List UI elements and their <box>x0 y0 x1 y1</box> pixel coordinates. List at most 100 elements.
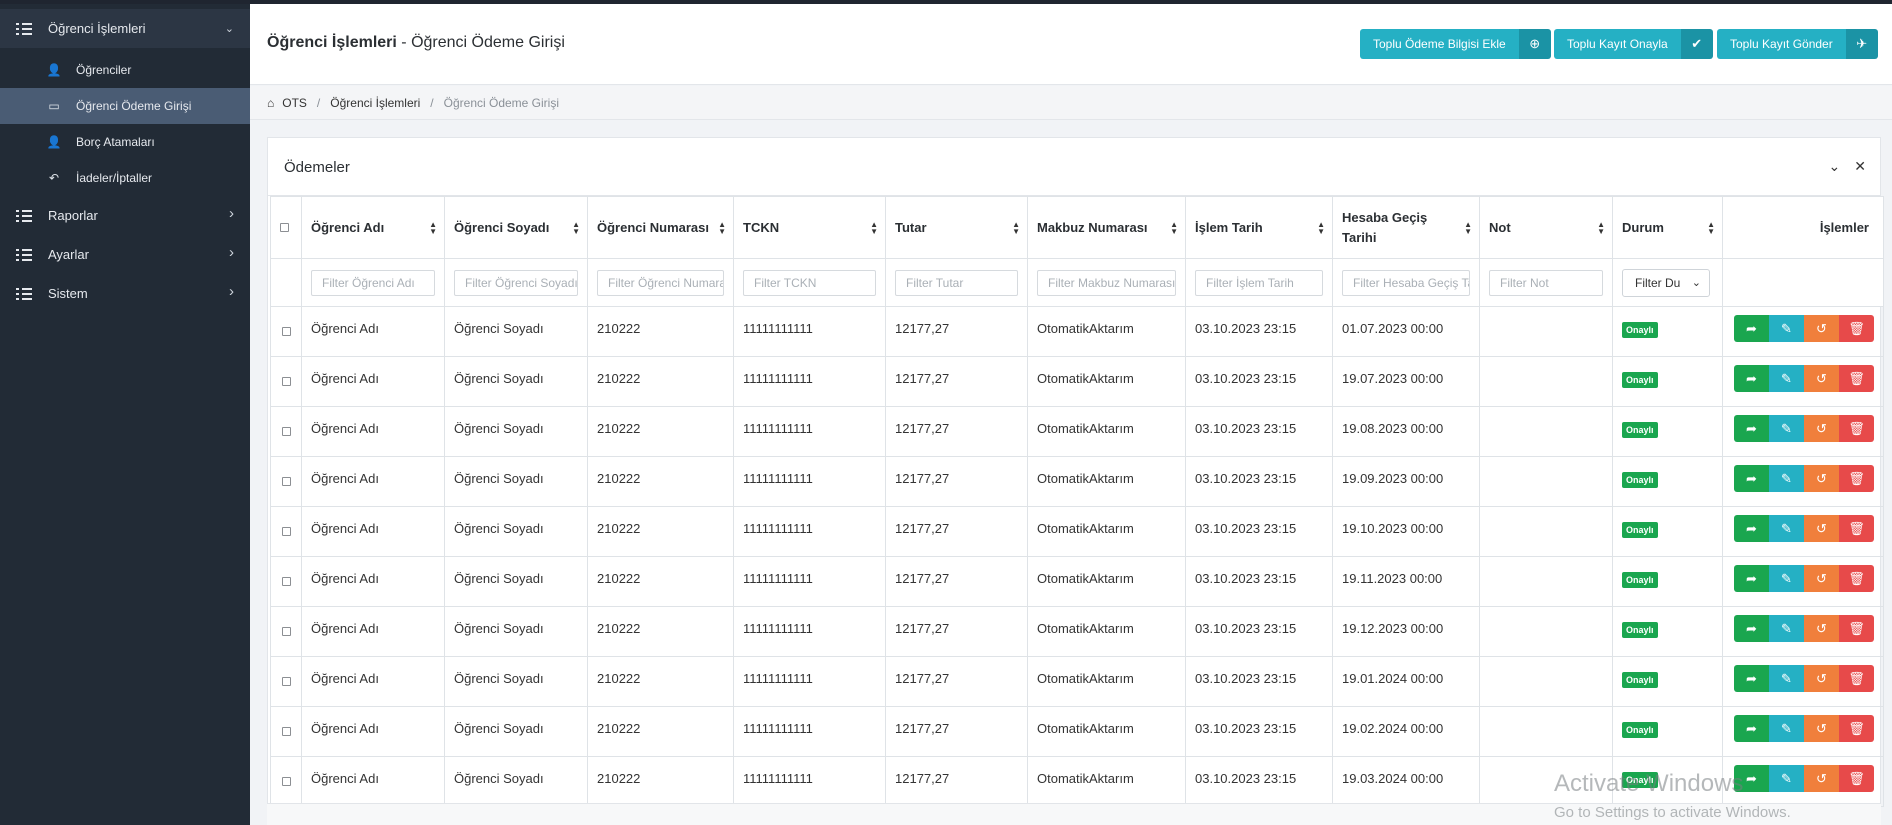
sidebar-subitem-ogrenci-odeme-girisi[interactable]: ▭ Öğrenci Ödeme Girişi <box>0 88 250 124</box>
filter-input[interactable]: Filter Öğrenci Soyadı <box>454 269 578 296</box>
trash-icon[interactable]: 🗑 <box>1839 365 1874 392</box>
share-icon[interactable]: ➦ <box>1734 765 1769 792</box>
status-badge: Onaylı <box>1622 572 1658 588</box>
bulk-payment-add-button[interactable]: Toplu Ödeme Bilgisi Ekle ⊕ <box>1360 29 1551 59</box>
column-header[interactable]: Öğrenci Adı ▲ ▼ <box>301 196 445 259</box>
sort-icon[interactable]: ▲ ▼ <box>1012 221 1020 236</box>
edit-icon[interactable]: ✎ <box>1769 765 1804 792</box>
sidebar-subitem-borc-atamalari[interactable]: 👤 Borç Atamaları <box>0 124 250 160</box>
share-icon[interactable]: ➦ <box>1734 415 1769 442</box>
cell-ad: Öğrenci Adı <box>301 656 445 707</box>
row-checkbox[interactable] <box>270 606 302 657</box>
row-checkbox[interactable] <box>270 306 302 357</box>
edit-icon[interactable]: ✎ <box>1769 315 1804 342</box>
undo-icon[interactable]: ↺ <box>1804 615 1839 642</box>
undo-icon[interactable]: ↺ <box>1804 365 1839 392</box>
share-icon[interactable]: ➦ <box>1734 465 1769 492</box>
undo-icon[interactable]: ↺ <box>1804 315 1839 342</box>
filter-input[interactable]: Filter Makbuz Numarası <box>1037 269 1176 296</box>
undo-icon[interactable]: ↺ <box>1804 765 1839 792</box>
undo-icon[interactable]: ↺ <box>1804 715 1839 742</box>
trash-icon[interactable]: 🗑 <box>1839 515 1874 542</box>
share-icon[interactable]: ➦ <box>1734 365 1769 392</box>
sort-icon[interactable]: ▲ ▼ <box>1597 221 1605 236</box>
trash-icon[interactable]: 🗑 <box>1839 615 1874 642</box>
breadcrumb-item[interactable]: OTS <box>282 96 307 110</box>
edit-icon[interactable]: ✎ <box>1769 365 1804 392</box>
filter-input[interactable]: Filter Öğrenci Numarası <box>597 269 724 296</box>
share-icon[interactable]: ➦ <box>1734 665 1769 692</box>
trash-icon[interactable]: 🗑 <box>1839 715 1874 742</box>
row-checkbox[interactable] <box>270 356 302 407</box>
edit-icon[interactable]: ✎ <box>1769 665 1804 692</box>
sort-icon[interactable]: ▲ ▼ <box>1464 221 1472 236</box>
share-icon[interactable]: ➦ <box>1734 615 1769 642</box>
column-header[interactable]: Tutar ▲ ▼ <box>885 196 1028 259</box>
trash-icon[interactable]: 🗑 <box>1839 565 1874 592</box>
sort-icon[interactable]: ▲ ▼ <box>1707 221 1715 236</box>
row-checkbox[interactable] <box>270 656 302 707</box>
breadcrumb-item[interactable]: Öğrenci İşlemleri <box>330 96 420 110</box>
edit-icon[interactable]: ✎ <box>1769 715 1804 742</box>
row-checkbox[interactable] <box>270 706 302 757</box>
status-filter-select[interactable]: Filter Du ⌄ <box>1622 268 1710 297</box>
sort-icon[interactable]: ▲ ▼ <box>1317 221 1325 236</box>
column-header[interactable]: Öğrenci Soyadı ▲ ▼ <box>444 196 588 259</box>
sidebar-item-ayarlar[interactable]: Ayarlar › <box>0 235 250 274</box>
trash-icon[interactable]: 🗑 <box>1839 415 1874 442</box>
filter-input[interactable]: Filter İşlem Tarih <box>1195 269 1323 296</box>
bulk-send-button[interactable]: Toplu Kayıt Gönder ✈ <box>1717 29 1878 59</box>
column-header[interactable]: Makbuz Numarası ▲ ▼ <box>1027 196 1186 259</box>
trash-icon[interactable]: 🗑 <box>1839 665 1874 692</box>
share-icon[interactable]: ➦ <box>1734 315 1769 342</box>
undo-icon[interactable]: ↺ <box>1804 515 1839 542</box>
column-header[interactable]: Durum ▲ ▼ <box>1612 196 1723 259</box>
cell-tutar: 12177,27 <box>885 406 1028 457</box>
select-all-checkbox[interactable] <box>270 196 302 259</box>
collapse-icon[interactable]: ⌄ <box>1829 158 1841 175</box>
share-icon[interactable]: ➦ <box>1734 715 1769 742</box>
trash-icon[interactable]: 🗑 <box>1839 765 1874 792</box>
sort-icon[interactable]: ▲ ▼ <box>718 221 726 236</box>
edit-icon[interactable]: ✎ <box>1769 415 1804 442</box>
sidebar-subitem-iadeler-iptaller[interactable]: ↶ İadeler/İptaller <box>0 160 250 196</box>
filter-input[interactable]: Filter Not <box>1489 269 1603 296</box>
sidebar-item-ogrenci-islemleri[interactable]: Öğrenci İşlemleri ⌄ <box>0 9 250 48</box>
undo-icon[interactable]: ↺ <box>1804 565 1839 592</box>
sort-icon[interactable]: ▲ ▼ <box>870 221 878 236</box>
row-checkbox[interactable] <box>270 506 302 557</box>
undo-icon[interactable]: ↺ <box>1804 665 1839 692</box>
trash-icon[interactable]: 🗑 <box>1839 315 1874 342</box>
home-icon[interactable]: ⌂ <box>267 96 274 110</box>
sidebar-item-sistem[interactable]: Sistem › <box>0 274 250 313</box>
edit-icon[interactable]: ✎ <box>1769 565 1804 592</box>
close-icon[interactable]: ✕ <box>1854 158 1866 175</box>
undo-icon[interactable]: ↺ <box>1804 415 1839 442</box>
sort-icon[interactable]: ▲ ▼ <box>1170 221 1178 236</box>
sidebar-subitem-ogrenciler[interactable]: 👤 Öğrenciler <box>0 52 250 88</box>
share-icon[interactable]: ➦ <box>1734 565 1769 592</box>
row-checkbox[interactable] <box>270 556 302 607</box>
share-icon[interactable]: ➦ <box>1734 515 1769 542</box>
row-checkbox[interactable] <box>270 456 302 507</box>
sort-icon[interactable]: ▲ ▼ <box>429 221 437 236</box>
edit-icon[interactable]: ✎ <box>1769 515 1804 542</box>
edit-icon[interactable]: ✎ <box>1769 615 1804 642</box>
trash-icon[interactable]: 🗑 <box>1839 465 1874 492</box>
filter-input[interactable]: Filter Hesaba Geçiş Tarihi <box>1342 269 1470 296</box>
filter-input[interactable]: Filter Tutar <box>895 269 1018 296</box>
edit-icon[interactable]: ✎ <box>1769 465 1804 492</box>
column-header[interactable]: TCKN ▲ ▼ <box>733 196 886 259</box>
column-header[interactable]: Hesaba Geçiş Tarihi ▲ ▼ <box>1332 196 1480 259</box>
row-checkbox[interactable] <box>270 406 302 457</box>
sort-icon[interactable]: ▲ ▼ <box>572 221 580 236</box>
column-header[interactable]: Öğrenci Numarası ▲ ▼ <box>587 196 734 259</box>
filter-input[interactable]: Filter Öğrenci Adı <box>311 269 435 296</box>
sidebar-item-raporlar[interactable]: Raporlar › <box>0 196 250 235</box>
bulk-approve-button[interactable]: Toplu Kayıt Onayla ✔ <box>1554 29 1713 59</box>
row-checkbox[interactable] <box>270 756 302 807</box>
filter-input[interactable]: Filter TCKN <box>743 269 876 296</box>
column-header[interactable]: Not ▲ ▼ <box>1479 196 1613 259</box>
column-header[interactable]: İşlem Tarih ▲ ▼ <box>1185 196 1333 259</box>
undo-icon[interactable]: ↺ <box>1804 465 1839 492</box>
